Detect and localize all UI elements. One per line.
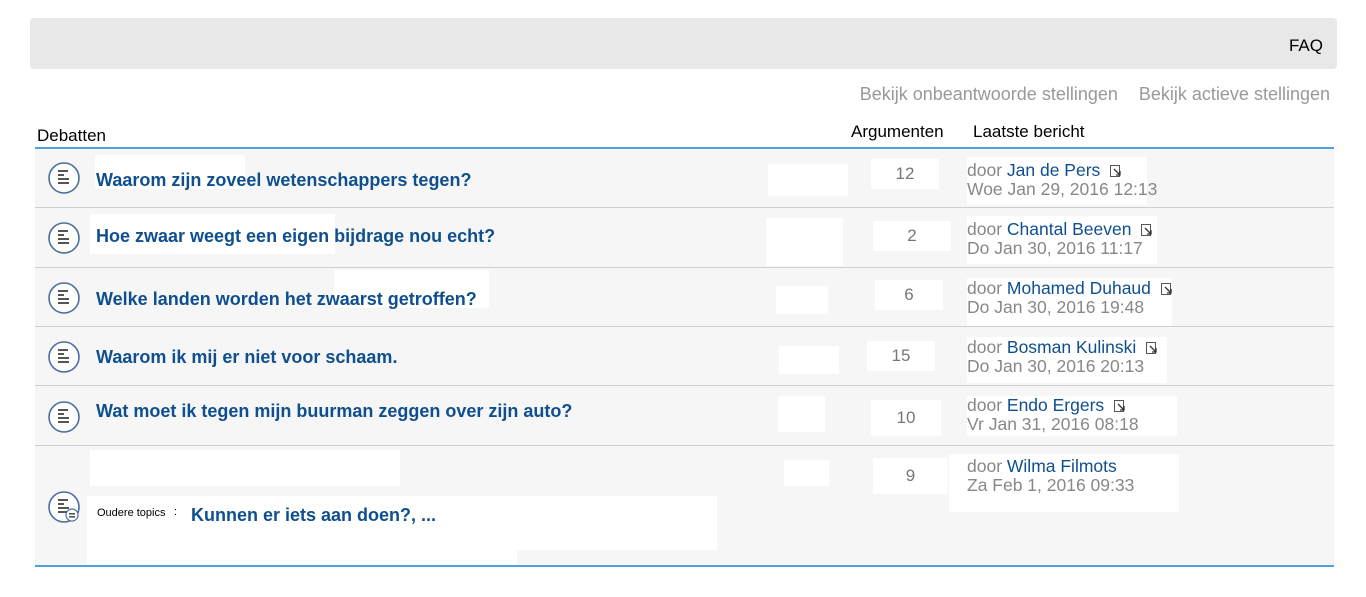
goto-last-post-icon[interactable]: [1141, 224, 1153, 236]
topic-title-link[interactable]: Waarom zijn zoveel wetenschappers tegen?: [96, 170, 471, 191]
last-post-info: door Wilma Filmots Za Feb 1, 2016 09:33: [967, 457, 1134, 495]
topic-read-icon: [48, 162, 80, 194]
goto-last-post-icon[interactable]: [1160, 283, 1173, 295]
table-row: Oudere topics : Kunnen er iets aan doen?…: [35, 446, 1334, 565]
navbar: FAQ: [30, 18, 1337, 69]
last-post-by: door: [967, 219, 1003, 239]
topic-title-link[interactable]: Kunnen er iets aan doen?, ...: [191, 505, 436, 526]
last-post-user-link[interactable]: Wilma Filmots: [1007, 456, 1117, 476]
reply-count: 10: [871, 400, 941, 436]
column-header-topics: Debatten: [37, 126, 106, 145]
last-post-by: door: [967, 456, 1003, 476]
reply-count: 15: [867, 341, 935, 371]
last-post-by: door: [967, 395, 1003, 415]
last-post-user-link[interactable]: Jan de Pers: [1007, 160, 1100, 180]
last-post-user-link[interactable]: Mohamed Duhaud: [1007, 278, 1151, 298]
older-topics-separator: :: [174, 506, 178, 518]
topic-title-link[interactable]: Hoe zwaar weegt een eigen bijdrage nou e…: [96, 226, 495, 247]
reply-count: 6: [875, 280, 943, 310]
table-row: Welke landen worden het zwaarst getroffe…: [35, 268, 1334, 327]
topic-read-icon: [48, 282, 80, 314]
topic-read-icon: [48, 491, 80, 523]
topic-read-icon: [48, 341, 80, 373]
last-post-date: Vr Jan 31, 2016 08:18: [967, 414, 1139, 434]
last-post-by: door: [967, 337, 1003, 357]
unanswered-topics-link[interactable]: Bekijk onbeantwoorde stellingen: [860, 84, 1118, 104]
topic-title-link[interactable]: Waarom ik mij er niet voor schaam.: [96, 347, 397, 368]
goto-last-post-icon[interactable]: [1114, 400, 1126, 412]
topic-title-link[interactable]: Wat moet ik tegen mijn buurman zeggen ov…: [96, 401, 572, 422]
last-post-info: door Mohamed Duhaud Do Jan 30, 2016 19:4…: [967, 279, 1173, 317]
last-post-date: Do Jan 30, 2016 20:13: [967, 356, 1145, 376]
last-post-user-link[interactable]: Endo Ergers: [1007, 395, 1104, 415]
reply-count: 12: [871, 159, 939, 189]
last-post-date: Do Jan 30, 2016 11:17: [967, 238, 1143, 258]
last-post-info: door Jan de Pers Woe Jan 29, 2016 12:13: [967, 161, 1157, 199]
last-post-date: Za Feb 1, 2016 09:33: [967, 475, 1135, 495]
reply-count: 2: [873, 221, 951, 251]
active-topics-link[interactable]: Bekijk actieve stellingen: [1139, 84, 1330, 104]
last-post-info: door Bosman Kulinski Do Jan 30, 2016 20:…: [967, 338, 1158, 376]
topic-read-icon: [48, 222, 80, 254]
last-post-by: door: [967, 160, 1003, 180]
table-row: Waarom ik mij er niet voor schaam. 15 do…: [35, 327, 1334, 386]
table-row: Wat moet ik tegen mijn buurman zeggen ov…: [35, 386, 1334, 446]
last-post-user-link[interactable]: Bosman Kulinski: [1007, 337, 1136, 357]
column-header-last-post: Laatste bericht: [973, 122, 1085, 141]
column-header-replies: Argumenten: [851, 122, 944, 141]
goto-last-post-icon[interactable]: [1110, 165, 1122, 177]
topic-read-icon: [48, 401, 80, 433]
last-post-info: door Chantal Beeven Do Jan 30, 2016 11:1…: [967, 220, 1153, 258]
older-topics-label: Oudere topics: [97, 507, 166, 519]
last-post-info: door Endo Ergers Vr Jan 31, 2016 08:18: [967, 396, 1139, 434]
table-bottom-divider: [35, 565, 1334, 567]
quick-links: Bekijk onbeantwoorde stellingen Bekijk a…: [844, 84, 1330, 105]
last-post-date: Do Jan 30, 2016 19:48: [967, 297, 1145, 317]
last-post-date: Woe Jan 29, 2016 12:13: [967, 179, 1158, 199]
last-post-by: door: [967, 278, 1003, 298]
reply-count: 9: [873, 458, 948, 494]
topic-title-link[interactable]: Welke landen worden het zwaarst getroffe…: [96, 289, 477, 310]
last-post-user-link[interactable]: Chantal Beeven: [1007, 219, 1132, 239]
faq-link[interactable]: FAQ: [1289, 36, 1323, 56]
table-row: Hoe zwaar weegt een eigen bijdrage nou e…: [35, 208, 1334, 268]
goto-last-post-icon[interactable]: [1146, 342, 1158, 354]
table-row: Waarom zijn zoveel wetenschappers tegen?…: [35, 149, 1334, 208]
